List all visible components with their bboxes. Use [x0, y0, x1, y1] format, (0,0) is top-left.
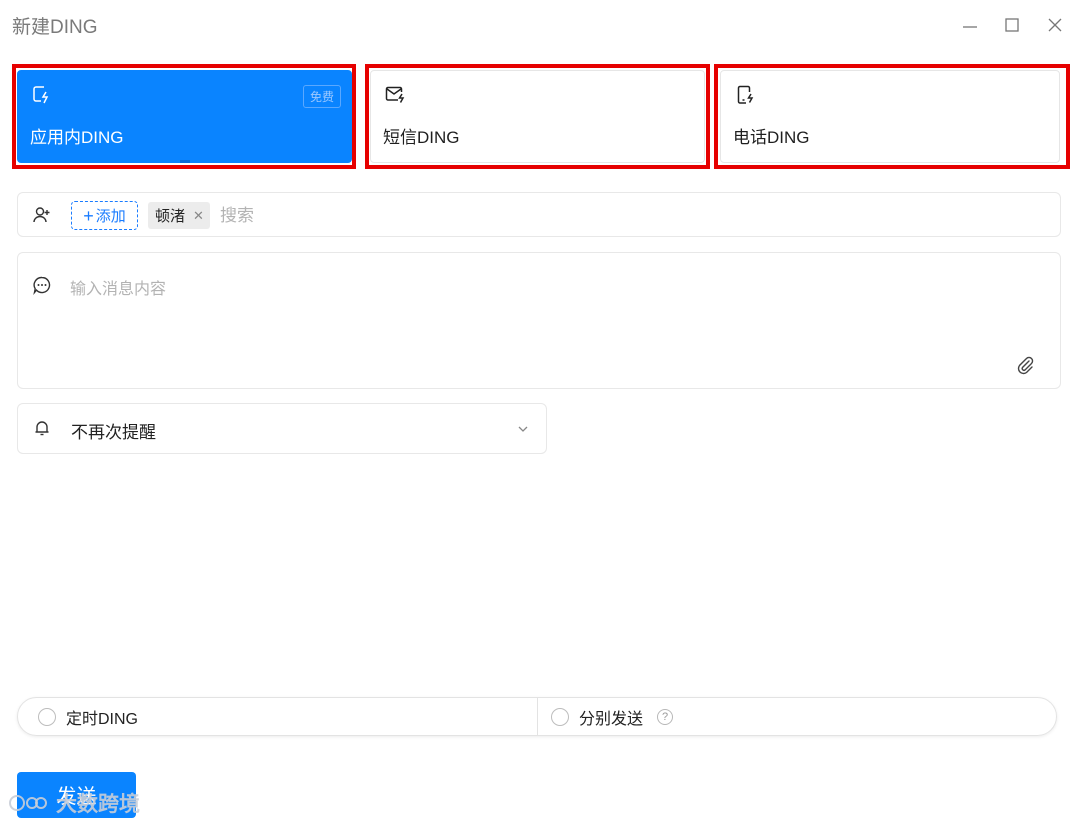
recipients-field: + 添加 顿渚 ✕ — [17, 192, 1061, 237]
title-bar: 新建DING — [0, 0, 1080, 50]
ding-type-sms[interactable]: 短信DING — [370, 70, 705, 163]
sms-ding-icon — [385, 86, 405, 103]
active-indicator — [180, 160, 190, 163]
message-field — [17, 252, 1061, 389]
ding-type-phone[interactable]: 电话DING — [720, 70, 1060, 163]
separate-send-label: 分别发送 — [579, 710, 644, 728]
add-recipient-button[interactable]: + 添加 — [71, 201, 138, 230]
reminder-select[interactable]: 不再次提醒 — [17, 403, 547, 454]
ding-type-app[interactable]: 免费 应用内DING — [17, 70, 352, 163]
options-divider — [537, 698, 538, 735]
reminder-value: 不再次提醒 — [71, 423, 156, 442]
add-recipient-label: 添加 — [95, 208, 126, 225]
remove-recipient-icon[interactable]: ✕ — [193, 208, 204, 224]
window-title: 新建DING — [12, 17, 98, 38]
scheduled-ding-radio[interactable] — [38, 707, 56, 726]
app-ding-icon — [33, 86, 49, 104]
recipient-tag: 顿渚 ✕ — [148, 202, 210, 229]
minimize-button[interactable] — [959, 14, 981, 36]
send-options-bar: 定时DING 分别发送 ? — [17, 697, 1057, 736]
ding-type-phone-label: 电话DING — [733, 128, 810, 147]
message-input[interactable] — [70, 275, 970, 305]
paperclip-icon[interactable] — [1014, 354, 1036, 376]
maximize-button[interactable] — [1001, 14, 1023, 36]
separate-send-option[interactable]: 分别发送 ? — [551, 698, 674, 735]
bell-icon — [35, 421, 49, 436]
scheduled-ding-label: 定时DING — [66, 710, 139, 728]
recipient-name: 顿渚 — [155, 208, 186, 225]
free-badge: 免费 — [302, 85, 341, 108]
ding-type-app-label: 应用内DING — [30, 128, 124, 147]
close-button[interactable] — [1044, 14, 1066, 36]
separate-send-radio[interactable] — [551, 707, 569, 726]
ding-type-sms-label: 短信DING — [383, 128, 460, 147]
chevron-down-icon — [518, 426, 528, 432]
scheduled-ding-option[interactable]: 定时DING — [38, 698, 138, 735]
chat-bubble-icon — [33, 276, 51, 295]
recipient-search-input[interactable] — [220, 202, 620, 229]
close-icon — [1048, 18, 1062, 32]
add-person-icon — [33, 207, 50, 223]
send-button[interactable]: 发送 — [17, 772, 136, 818]
maximize-icon — [1005, 18, 1019, 32]
phone-ding-icon — [737, 85, 754, 104]
minimize-icon — [963, 26, 977, 28]
help-icon[interactable]: ? — [657, 708, 674, 725]
plus-icon: + — [83, 205, 94, 226]
